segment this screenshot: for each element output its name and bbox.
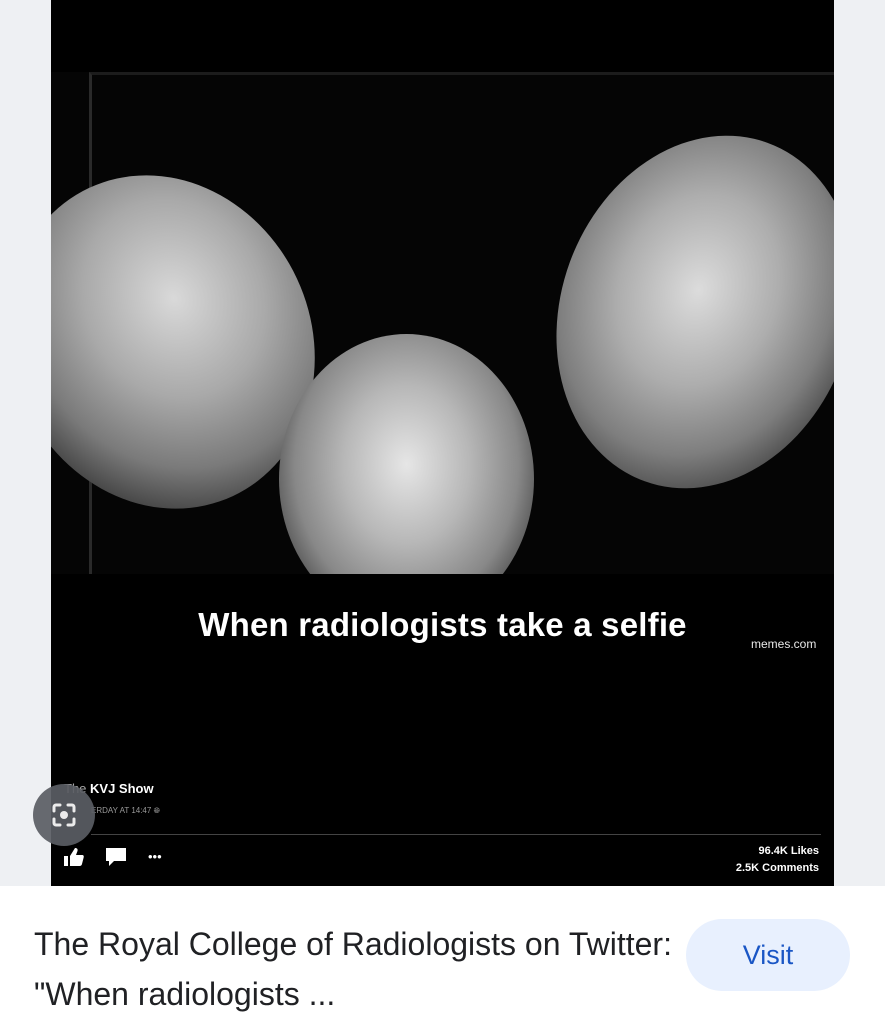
post-timestamp: ERDAY AT 14:47 🌐︎ xyxy=(91,806,160,816)
lens-icon xyxy=(52,803,76,827)
comment-icon xyxy=(106,848,126,872)
post-actions: ••• xyxy=(64,848,162,872)
post-divider xyxy=(91,834,821,835)
comments-count: 2.5K Comments xyxy=(735,862,819,874)
visit-button[interactable]: Visit xyxy=(686,919,850,991)
post-author-name: KVJ Show xyxy=(90,781,154,796)
more-icon: ••• xyxy=(148,849,162,864)
likes-count: 96.4K Likes xyxy=(758,845,819,857)
result-image[interactable]: When radiologists take a selfie memes.co… xyxy=(51,0,834,886)
result-title[interactable]: The Royal College of Radiologists on Twi… xyxy=(34,920,674,1019)
meme-caption: When radiologists take a selfie xyxy=(198,606,687,643)
post-timestamp-text: ERDAY AT 14:47 xyxy=(91,806,152,815)
lens-button[interactable] xyxy=(33,784,95,846)
watermark: memes.com xyxy=(751,637,817,651)
like-icon xyxy=(64,848,84,872)
xray-photo xyxy=(51,72,834,574)
globe-icon: 🌐︎ xyxy=(153,806,160,815)
